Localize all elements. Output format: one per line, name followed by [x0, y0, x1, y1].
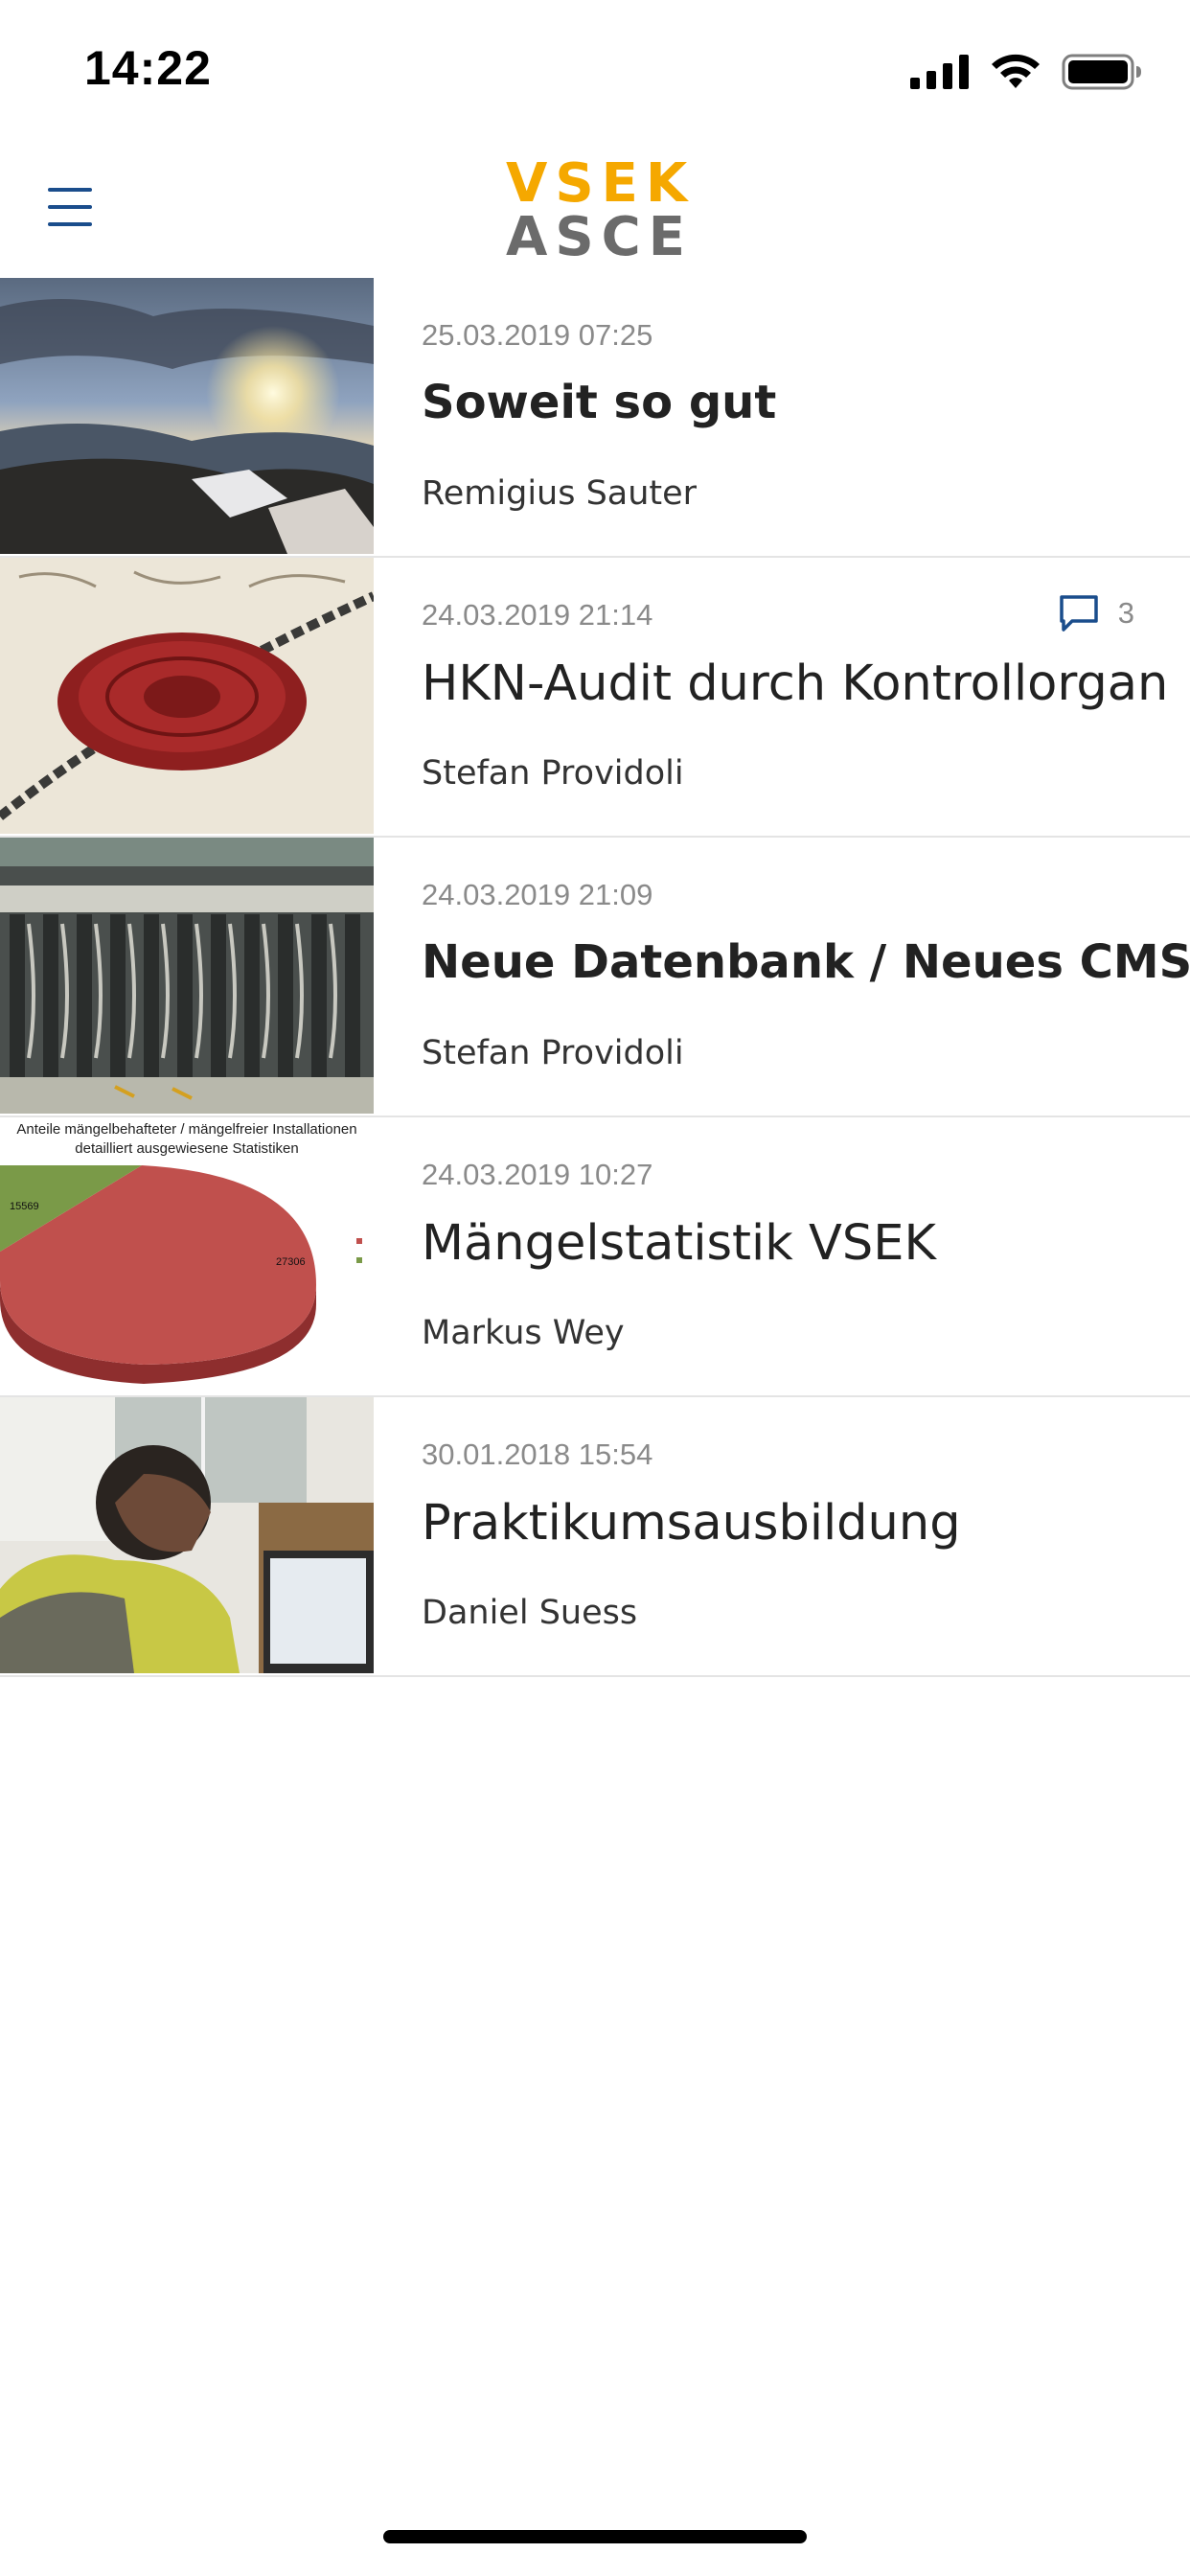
- status-bar: 14:22: [0, 0, 1190, 144]
- comment-icon: [1060, 595, 1098, 632]
- status-time: 14:22: [84, 41, 212, 95]
- worker-at-computer-image: [0, 1397, 374, 1673]
- article-title[interactable]: Praktikumsausbildung: [422, 1495, 961, 1552]
- article-author: Stefan Providoli: [422, 754, 684, 793]
- hamburger-menu-icon[interactable]: [48, 186, 96, 228]
- article-row[interactable]: 24.03.2019 21:09 Neue Datenbank / Neues …: [0, 838, 1190, 1117]
- article-date: 24.03.2019 10:27: [422, 1158, 653, 1191]
- article-title[interactable]: Mängelstatistik VSEK: [422, 1215, 936, 1272]
- article-text: 24.03.2019 21:14 3 HKN-Audit durch Kontr…: [422, 558, 1168, 834]
- article-row[interactable]: Anteile mängelbehafteter / mängelfreier …: [0, 1117, 1190, 1397]
- server-cables-image: [0, 838, 374, 1114]
- thumb-chart-value-red: 27306: [276, 1256, 306, 1268]
- article-date: 24.03.2019 21:14: [422, 598, 653, 632]
- article-row[interactable]: 25.03.2019 07:25 Soweit so gut Remigius …: [0, 278, 1190, 558]
- article-author: Daniel Suess: [422, 1594, 638, 1632]
- logo-line1: VSEK: [506, 152, 696, 215]
- article-row[interactable]: 24.03.2019 21:14 3 HKN-Audit durch Kontr…: [0, 558, 1190, 838]
- home-indicator[interactable]: [383, 2530, 807, 2543]
- article-title[interactable]: Soweit so gut: [422, 376, 776, 429]
- article-date: 25.03.2019 07:25: [422, 318, 653, 352]
- article-date: 24.03.2019 21:09: [422, 878, 653, 911]
- article-title[interactable]: HKN-Audit durch Kontrollorgan: [422, 656, 1168, 712]
- article-text: 30.01.2018 15:54 Praktikumsausbildung Da…: [422, 1397, 1161, 1673]
- comment-count: 3: [1117, 596, 1134, 630]
- article-text: 25.03.2019 07:25 Soweit so gut Remigius …: [422, 278, 1161, 554]
- thumb-chart-title-line1: Anteile mängelbehafteter / mängelfreier …: [16, 1121, 356, 1138]
- logo-line2: ASCE: [506, 206, 694, 268]
- article-row[interactable]: 30.01.2018 15:54 Praktikumsausbildung Da…: [0, 1397, 1190, 1677]
- thumb-chart-value-green: 15569: [10, 1201, 39, 1212]
- mountain-sunset-image: [0, 278, 374, 554]
- article-author: Markus Wey: [422, 1314, 625, 1352]
- article-text: 24.03.2019 10:27 Mängelstatistik VSEK Ma…: [422, 1117, 1161, 1393]
- battery-icon: [1062, 54, 1141, 90]
- article-list: 25.03.2019 07:25 Soweit so gut Remigius …: [0, 278, 1190, 1677]
- article-author: Remigius Sauter: [422, 474, 698, 513]
- signal-icon: [910, 55, 969, 89]
- article-title[interactable]: Neue Datenbank / Neues CMS: [422, 935, 1190, 989]
- article-date: 30.01.2018 15:54: [422, 1438, 653, 1471]
- thumb-chart-title-line2: detailliert ausgewiesene Statistiken: [75, 1140, 298, 1157]
- vsek-asce-logo: VSEK ASCE: [506, 157, 688, 264]
- pie-chart-image: Anteile mängelbehafteter / mängelfreier …: [0, 1117, 374, 1393]
- status-icons: [910, 54, 1142, 90]
- app-header: VSEK ASCE: [0, 144, 1190, 278]
- wifi-icon: [992, 54, 1040, 88]
- article-author: Stefan Providoli: [422, 1034, 684, 1072]
- wax-seal-image: [0, 558, 374, 834]
- article-text: 24.03.2019 21:09 Neue Datenbank / Neues …: [422, 838, 1190, 1114]
- comment-badge[interactable]: 3: [1059, 594, 1134, 632]
